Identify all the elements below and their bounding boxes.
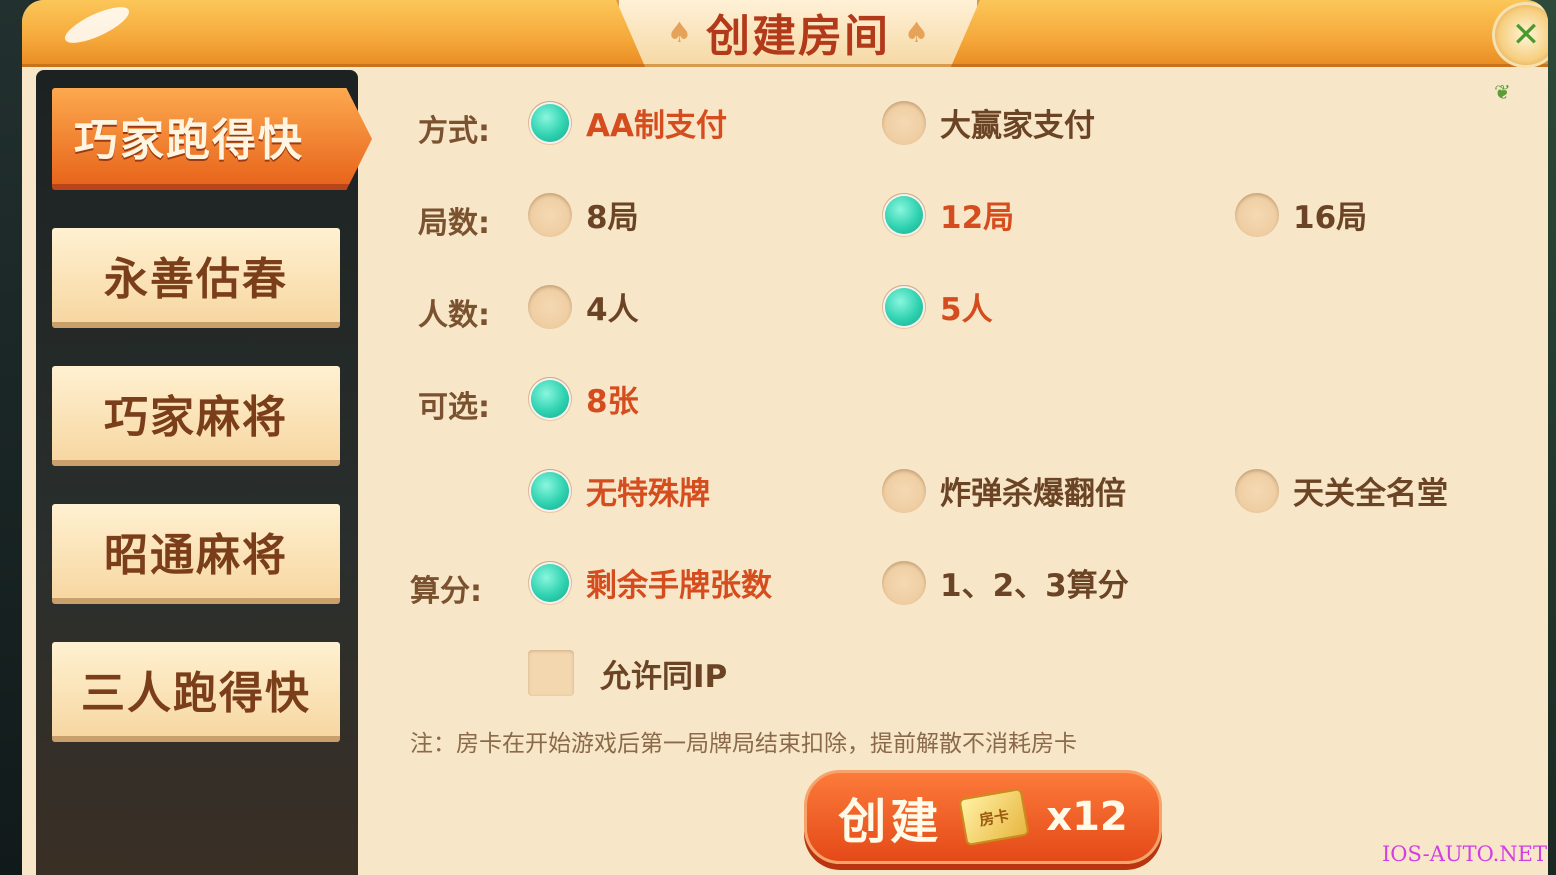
- option-label: 5人: [940, 292, 993, 328]
- create-button-label: 创建: [838, 794, 943, 850]
- option-label: 4人: [586, 292, 639, 328]
- radio-selected-dot: [885, 195, 923, 234]
- option-12-rounds[interactable]: 12局: [882, 192, 1014, 237]
- option-123-scoring[interactable]: 1、2、3算分: [882, 560, 1129, 605]
- sidebar-item-label: 昭通麻将: [104, 530, 288, 581]
- option-bomb-double[interactable]: 炸弹杀爆翻倍: [882, 468, 1126, 513]
- radio-selected-dot: [531, 471, 569, 510]
- players-label: 人数:: [418, 298, 490, 333]
- room-card-icon: 房卡: [958, 787, 1030, 847]
- option-16-rounds[interactable]: 16局: [1235, 192, 1367, 237]
- option-label: 8局: [586, 200, 639, 236]
- options-panel: 方式: AA制支付 大赢家支付 局数: 8局 12局 16局 人数: 4人 5人…: [366, 64, 1532, 875]
- watermark: IOS-AUTO.NET: [1382, 842, 1548, 866]
- room-card-text: 房卡: [978, 806, 1011, 829]
- radio-button[interactable]: [528, 376, 572, 421]
- option-aa-payment[interactable]: AA制支付: [528, 100, 727, 145]
- radio-selected-dot: [531, 103, 569, 142]
- option-8-rounds[interactable]: 8局: [528, 192, 639, 237]
- option-no-special-cards[interactable]: 无特殊牌: [528, 468, 710, 513]
- same-ip-checkbox[interactable]: [528, 650, 574, 696]
- radio-selected-dot: [885, 287, 923, 326]
- option-label: 8张: [586, 384, 639, 420]
- create-room-dialog: ♠ 创建房间 ♠ ✕ ❦ 巧家跑得快 永善估春 巧家麻将 昭通麻将 三人跑得快 …: [22, 0, 1548, 875]
- room-card-note: 注：房卡在开始游戏后第一局牌局结束扣除，提前解散不消耗房卡: [410, 731, 1077, 757]
- header-shine: [60, 0, 134, 50]
- option-label: 16局: [1293, 200, 1368, 236]
- room-card-cost: x12: [1046, 794, 1128, 840]
- radio-button[interactable]: [882, 468, 926, 513]
- dialog-header: ♠ 创建房间 ♠ ✕: [22, 0, 1548, 68]
- option-5-players[interactable]: 5人: [882, 284, 993, 329]
- option-label: 大赢家支付: [940, 108, 1095, 144]
- option-label: 剩余手牌张数: [586, 568, 772, 604]
- create-room-button[interactable]: 创建 房卡 x12: [804, 770, 1162, 864]
- option-label: 允许同IP: [600, 658, 728, 695]
- option-label: AA制支付: [586, 108, 727, 144]
- option-label: 炸弹杀爆翻倍: [940, 476, 1126, 512]
- rounds-label: 局数:: [418, 206, 490, 241]
- option-label: 12局: [940, 200, 1015, 236]
- sidebar-item-three-player-paodekuai[interactable]: 三人跑得快: [52, 642, 340, 742]
- sidebar-item-label: 巧家麻将: [104, 392, 288, 443]
- sidebar-item-label: 三人跑得快: [81, 668, 311, 719]
- optional-label: 可选:: [418, 390, 490, 425]
- sidebar-item-zhaotong-mahjong[interactable]: 昭通麻将: [52, 504, 340, 604]
- radio-selected-dot: [531, 563, 569, 602]
- radio-button[interactable]: [1235, 192, 1279, 237]
- radio-selected-dot: [531, 379, 569, 418]
- sidebar-item-yongshan-guchun[interactable]: 永善估春: [52, 228, 340, 328]
- radio-button[interactable]: [1235, 468, 1279, 513]
- spade-icon: ♠: [904, 15, 930, 49]
- title-plate: ♠ 创建房间 ♠: [616, 0, 980, 67]
- radio-button[interactable]: [528, 192, 572, 237]
- radio-button[interactable]: [882, 284, 926, 329]
- scoring-label: 算分:: [410, 574, 482, 609]
- radio-button[interactable]: [882, 192, 926, 237]
- sidebar-item-label: 巧家跑得快: [74, 115, 304, 166]
- option-label: 1、2、3算分: [940, 568, 1129, 604]
- spade-icon: ♠: [666, 15, 692, 49]
- sidebar-item-qiaojia-paodekuai[interactable]: 巧家跑得快: [52, 88, 372, 190]
- close-button[interactable]: ✕: [1492, 2, 1548, 68]
- dialog-title: 创建房间: [706, 11, 890, 62]
- option-label: 无特殊牌: [586, 476, 710, 512]
- option-4-players[interactable]: 4人: [528, 284, 639, 329]
- option-label: 天关全名堂: [1293, 476, 1448, 512]
- option-allow-same-ip[interactable]: 允许同IP: [528, 650, 727, 696]
- payment-label: 方式:: [418, 114, 490, 149]
- option-winner-payment[interactable]: 大赢家支付: [882, 100, 1095, 145]
- radio-button[interactable]: [528, 468, 572, 513]
- option-8-cards[interactable]: 8张: [528, 376, 639, 421]
- option-tianguan[interactable]: 天关全名堂: [1235, 468, 1448, 513]
- sidebar-item-qiaojia-mahjong[interactable]: 巧家麻将: [52, 366, 340, 466]
- radio-button[interactable]: [528, 560, 572, 605]
- close-x-icon: ✕: [1511, 15, 1541, 55]
- radio-button[interactable]: [528, 284, 572, 329]
- sidebar-item-label: 永善估春: [104, 254, 288, 305]
- radio-button[interactable]: [882, 560, 926, 605]
- radio-button[interactable]: [528, 100, 572, 145]
- option-remaining-cards[interactable]: 剩余手牌张数: [528, 560, 772, 605]
- game-type-sidebar: 巧家跑得快 永善估春 巧家麻将 昭通麻将 三人跑得快: [36, 70, 372, 875]
- radio-button[interactable]: [882, 100, 926, 145]
